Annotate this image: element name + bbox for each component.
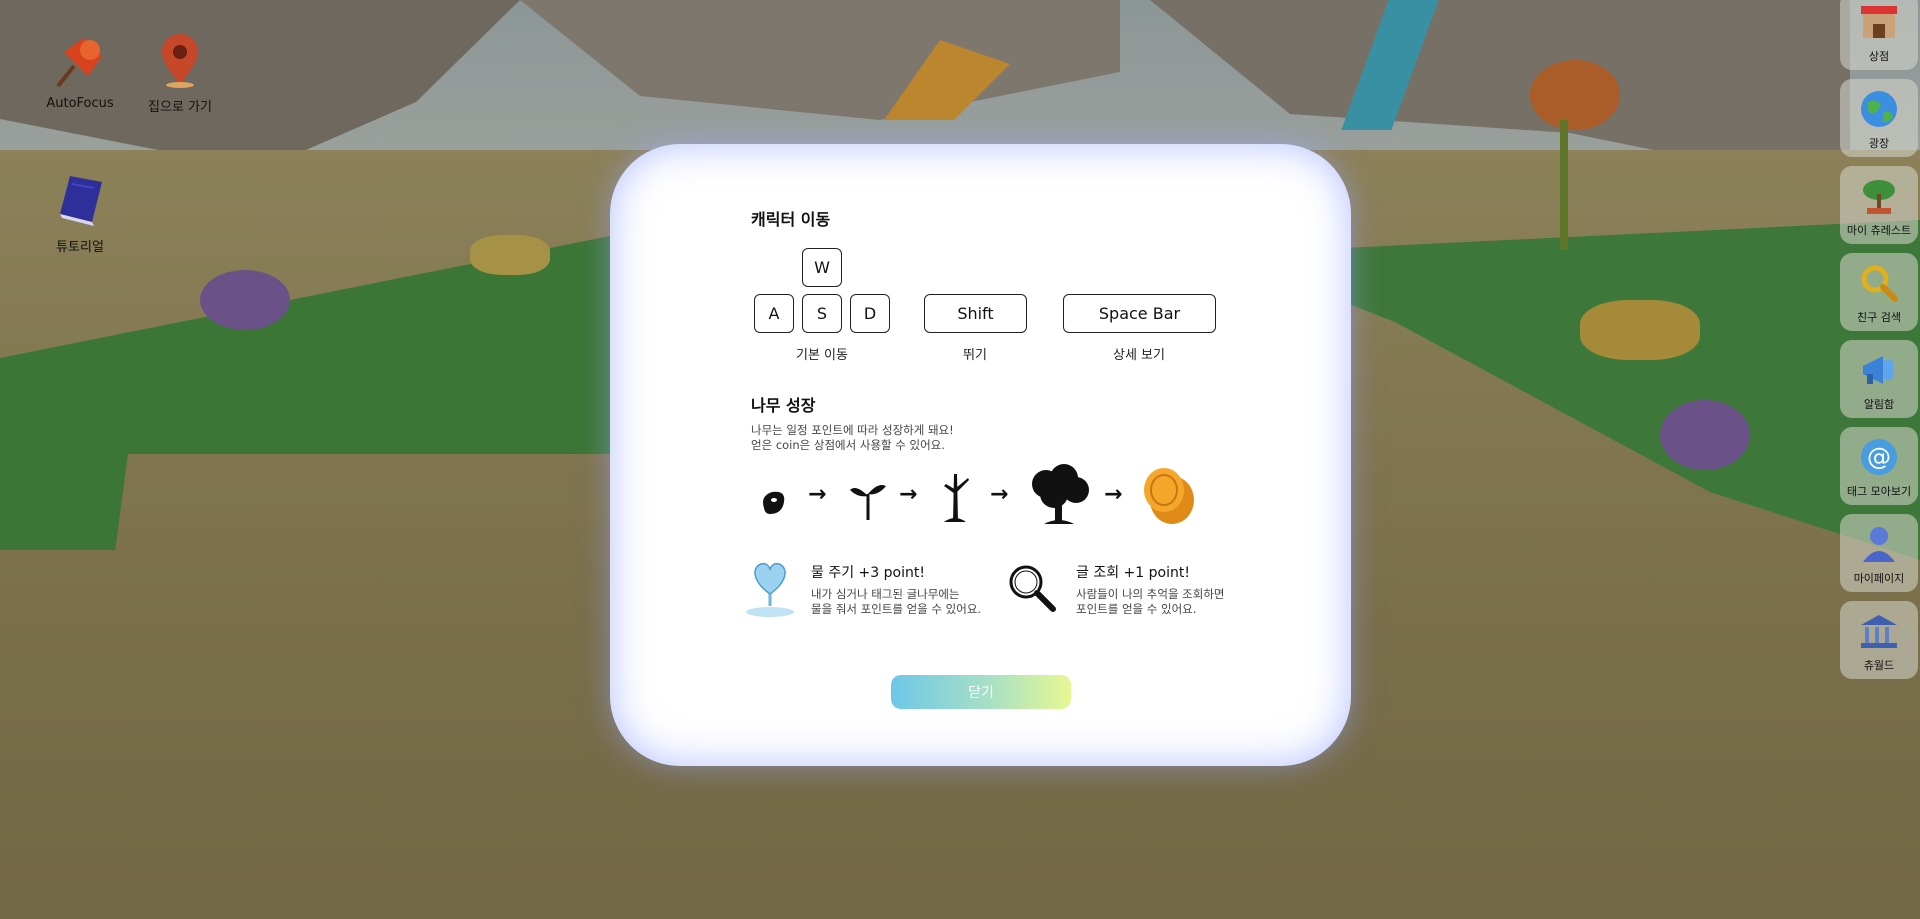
- location-pin-icon: [150, 30, 210, 90]
- key-d: D: [850, 294, 890, 333]
- tutorial-label: 튜토리얼: [56, 240, 104, 255]
- at-sign-icon: @: [1857, 435, 1901, 479]
- autofocus-shortcut[interactable]: AutoFocus: [30, 30, 130, 111]
- user-icon: [1857, 522, 1901, 566]
- search-magnifier-icon: [1006, 562, 1058, 614]
- growth-description-line2: 얻은 coin은 상점에서 사용할 수 있어요.: [751, 438, 945, 452]
- arrow-right-icon: →: [808, 482, 827, 507]
- go-home-shortcut[interactable]: 집으로 가기: [130, 30, 230, 115]
- key-w: W: [802, 248, 842, 287]
- tree-icon: [1026, 464, 1092, 524]
- arrow-right-icon: →: [990, 482, 1009, 507]
- growth-description-line1: 나무는 일정 포인트에 따라 성장하게 돼요!: [751, 423, 954, 437]
- sidebar-item-plaza[interactable]: 광장: [1840, 79, 1918, 157]
- sidebar-item-shop[interactable]: 상점: [1840, 0, 1918, 70]
- view-description-line1: 사람들이 나의 추억을 조회하면: [1076, 587, 1225, 601]
- movement-section-title: 캐릭터 이동: [751, 210, 831, 229]
- water-heart-icon: [743, 558, 797, 620]
- shop-icon: [1857, 0, 1901, 44]
- sidebar-item-label: 알림함: [1863, 398, 1895, 411]
- go-home-label: 집으로 가기: [148, 100, 212, 115]
- sidebar-item-notifications[interactable]: 알림함: [1840, 340, 1918, 418]
- key-a: A: [754, 294, 794, 333]
- key-s: S: [802, 294, 842, 333]
- bonsai-tree-icon: [1857, 174, 1901, 218]
- growth-section-title: 나무 성장: [751, 396, 816, 415]
- basic-move-label: 기본 이동: [796, 348, 848, 363]
- water-description-line1: 내가 심거나 태그된 글나무에는: [811, 587, 960, 601]
- megaphone-icon: [1857, 348, 1901, 392]
- sidebar-item-label: 태그 모아보기: [1846, 485, 1912, 498]
- jump-label: 뛰기: [963, 348, 987, 363]
- sidebar-item-label: 마이페이지: [1853, 572, 1905, 585]
- view-point-title: 글 조회 +1 point!: [1076, 565, 1190, 581]
- sprout-icon: [848, 476, 888, 520]
- seed-icon: [756, 484, 790, 518]
- key-space-bar: Space Bar: [1063, 294, 1216, 333]
- close-button[interactable]: 닫기: [891, 675, 1071, 709]
- sidebar-item-label: 친구 검색: [1857, 311, 1901, 324]
- sidebar-item-label: 마이 츄레스트: [1846, 224, 1912, 237]
- coin-icon: [1138, 464, 1198, 526]
- key-shift: Shift: [924, 294, 1027, 333]
- sidebar-item-chuworld[interactable]: 츄월드: [1840, 601, 1918, 679]
- sidebar-item-label: 광장: [1868, 137, 1890, 150]
- tutorial-shortcut[interactable]: 튜토리얼: [30, 170, 130, 255]
- magnifier-icon: [1857, 261, 1901, 305]
- pushpin-icon: [50, 30, 110, 90]
- water-description-line2: 물을 줘서 포인트를 얻을 수 있어요.: [811, 602, 982, 616]
- water-point-title: 물 주기 +3 point!: [811, 565, 925, 581]
- book-icon: [50, 170, 110, 230]
- autofocus-label: AutoFocus: [46, 96, 114, 111]
- sidebar-item-mypage[interactable]: 마이페이지: [1840, 514, 1918, 592]
- right-sidebar: 상점 광장 마이 츄레스트 친구 검색 알림함 @ 태그 모아보기 마이페이지: [1838, 0, 1920, 919]
- sidebar-item-tag-collection[interactable]: @ 태그 모아보기: [1840, 427, 1918, 505]
- sidebar-item-friend-search[interactable]: 친구 검색: [1840, 253, 1918, 331]
- arrow-right-icon: →: [899, 482, 918, 507]
- tutorial-modal: 캐릭터 이동 W A S D Shift Space Bar 기본 이동 뛰기 …: [610, 144, 1351, 766]
- sidebar-item-label: 츄월드: [1863, 659, 1895, 672]
- sidebar-item-my-churest[interactable]: 마이 츄레스트: [1840, 166, 1918, 244]
- globe-icon: [1857, 87, 1901, 131]
- svg-text:@: @: [1867, 443, 1891, 471]
- sidebar-item-label: 상점: [1868, 50, 1890, 63]
- museum-icon: [1857, 609, 1901, 653]
- view-description-line2: 포인트를 얻을 수 있어요.: [1076, 602, 1197, 616]
- sapling-icon: [936, 466, 974, 522]
- detail-view-label: 상세 보기: [1113, 348, 1165, 363]
- arrow-right-icon: →: [1104, 482, 1123, 507]
